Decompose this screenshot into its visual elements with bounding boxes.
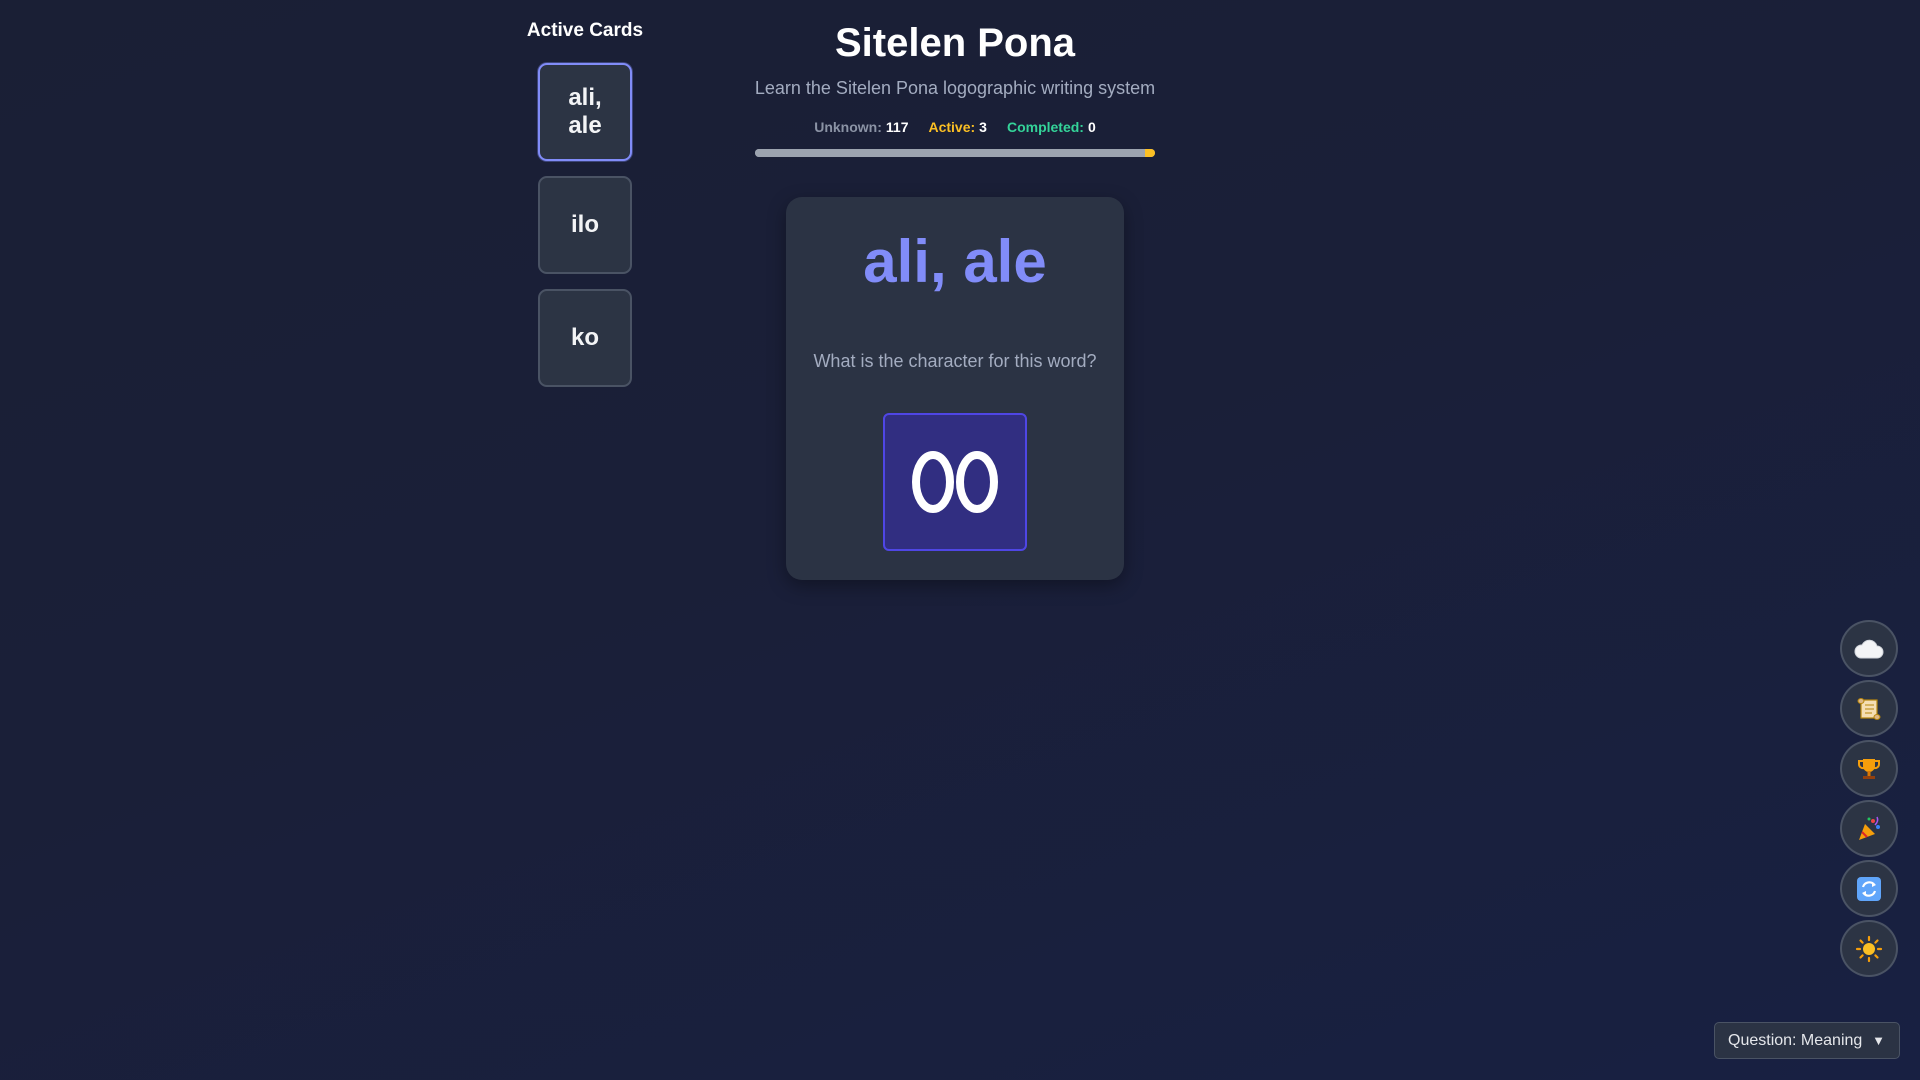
- reset-button[interactable]: [1840, 860, 1898, 917]
- active-card-ko[interactable]: ko: [538, 289, 632, 387]
- stat-completed-label: Completed:: [1006, 119, 1084, 135]
- page-header: Sitelen Pona Learn the Sitelen Pona logo…: [690, 18, 1220, 135]
- active-cards-sidebar: Active Cards ali, ale ilo ko: [520, 20, 650, 402]
- refresh-icon: [1857, 876, 1881, 901]
- progress-active-segment: [1145, 149, 1155, 157]
- flashcard-question: What is the character for this word?: [813, 351, 1097, 371]
- stats-bar: Unknown: 117 Active: 3 Completed: 0: [690, 119, 1220, 135]
- history-button[interactable]: [1840, 680, 1898, 737]
- active-card-ali[interactable]: ali, ale: [538, 63, 632, 161]
- infinity-glyph-icon: [912, 451, 998, 513]
- question-mode-label: Question: Meaning: [1728, 1031, 1863, 1049]
- active-card-ilo[interactable]: ilo: [538, 176, 632, 274]
- sidebar-title: Active Cards: [526, 20, 644, 41]
- stat-active: Active: 3: [928, 119, 986, 135]
- progress-unknown-segment: [755, 149, 1145, 157]
- stat-unknown-label: Unknown:: [814, 119, 882, 135]
- question-mode-select[interactable]: Question: Meaning ▼: [1714, 1022, 1900, 1059]
- active-card-label: ali, ale: [568, 84, 602, 139]
- trophy-icon: [1858, 758, 1880, 779]
- sun-icon: [1855, 935, 1883, 962]
- stat-completed-value: 0: [1087, 119, 1096, 135]
- chevron-down-icon: ▼: [1872, 1033, 1885, 1048]
- celebrate-button[interactable]: [1840, 800, 1898, 857]
- fab-stack: [1840, 620, 1898, 977]
- active-card-label: ko: [570, 324, 599, 351]
- glyph-answer-button[interactable]: [883, 413, 1027, 551]
- active-card-label: ilo: [571, 211, 599, 238]
- stat-unknown-value: 117: [885, 119, 909, 135]
- theme-toggle-button[interactable]: [1840, 920, 1898, 977]
- flashcard: ali, ale What is the character for this …: [786, 197, 1124, 580]
- stat-unknown: Unknown: 117: [814, 119, 908, 135]
- scroll-icon: [1857, 697, 1881, 720]
- progress-bar: [755, 149, 1155, 157]
- achievements-button[interactable]: [1840, 740, 1898, 797]
- page-title: Sitelen Pona: [834, 21, 1076, 65]
- flashcard-word: ali, ale: [863, 228, 1047, 295]
- cloud-icon: [1854, 639, 1884, 658]
- stat-active-label: Active:: [928, 119, 976, 135]
- stat-active-value: 3: [979, 119, 987, 135]
- stat-completed: Completed: 0: [1007, 119, 1096, 135]
- page-subtitle: Learn the Sitelen Pona logographic writi…: [754, 78, 1156, 98]
- cloud-sync-button[interactable]: [1840, 620, 1898, 677]
- party-popper-icon: [1859, 816, 1880, 840]
